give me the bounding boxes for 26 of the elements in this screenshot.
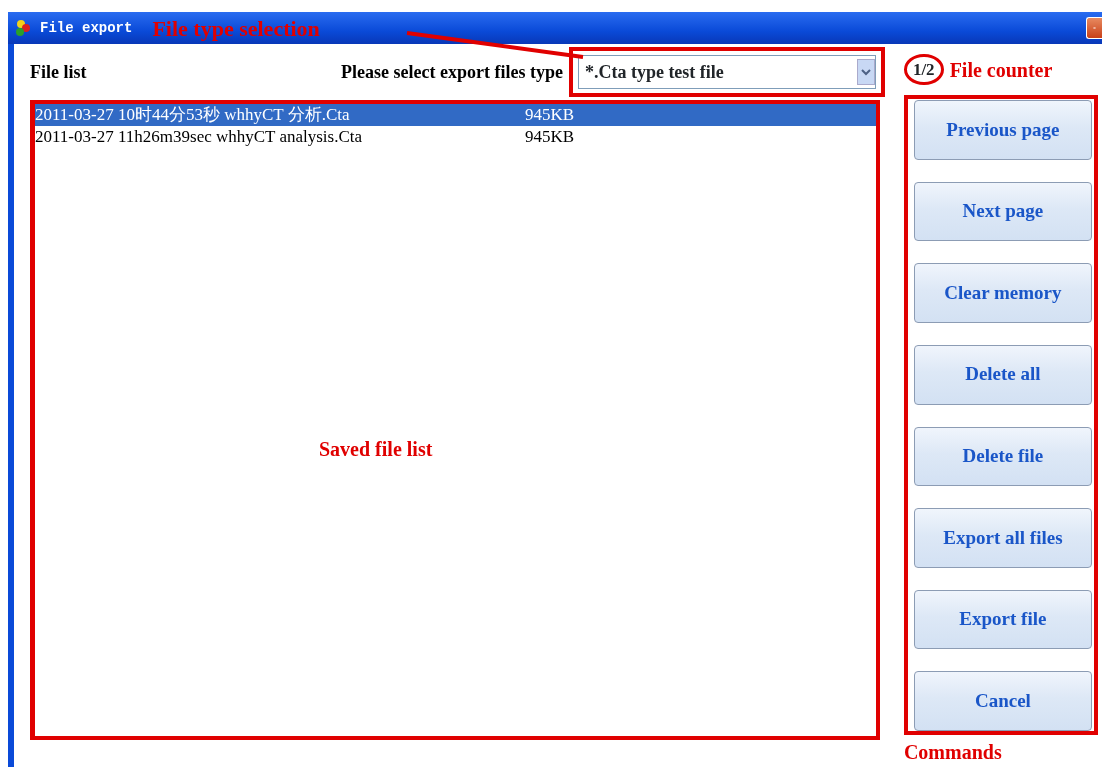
command-button[interactable]: Export file [913, 589, 1092, 650]
command-button[interactable]: Cancel [913, 671, 1092, 731]
app-icon [14, 19, 32, 37]
file-size: 945KB [525, 104, 575, 126]
file-name: 2011-03-27 10时44分53秒 whhyCT 分析.Cta [35, 104, 351, 126]
annotation-label: Commands [903, 740, 1003, 765]
file-counter: 1/2 [903, 53, 944, 86]
file-type-dropdown[interactable]: *.Cta type test file [577, 55, 876, 89]
file-type-label: Please select export files type [340, 60, 563, 84]
command-button[interactable]: Export all files [913, 508, 1092, 568]
file-name: 2011-03-27 11h26m39sec whhyCT analysis.Cta [35, 126, 364, 148]
file-size: 945KB [525, 126, 575, 148]
command-button[interactable]: Delete all [913, 344, 1092, 405]
file-row[interactable]: 2011-03-27 11h26m39sec whhyCT analysis.Cta 945KB [35, 126, 876, 148]
annotation-label: Saved file list [319, 437, 433, 462]
window-title: File export [40, 18, 133, 38]
annotation-label: File type selection [152, 14, 320, 43]
file-list-label: File list [30, 60, 87, 84]
file-row[interactable]: 2011-03-27 10时44分53秒 whhyCT 分析.Cta 945KB [35, 104, 876, 126]
caret-icon [860, 68, 871, 76]
close-button[interactable] [1086, 17, 1102, 39]
command-button[interactable]: Next page [913, 181, 1092, 242]
annotation-label: File counter [949, 57, 1053, 83]
command-button[interactable]: Delete file [913, 426, 1092, 487]
command-button[interactable]: Previous page [913, 100, 1092, 160]
command-button[interactable]: Clear memory [913, 263, 1092, 323]
